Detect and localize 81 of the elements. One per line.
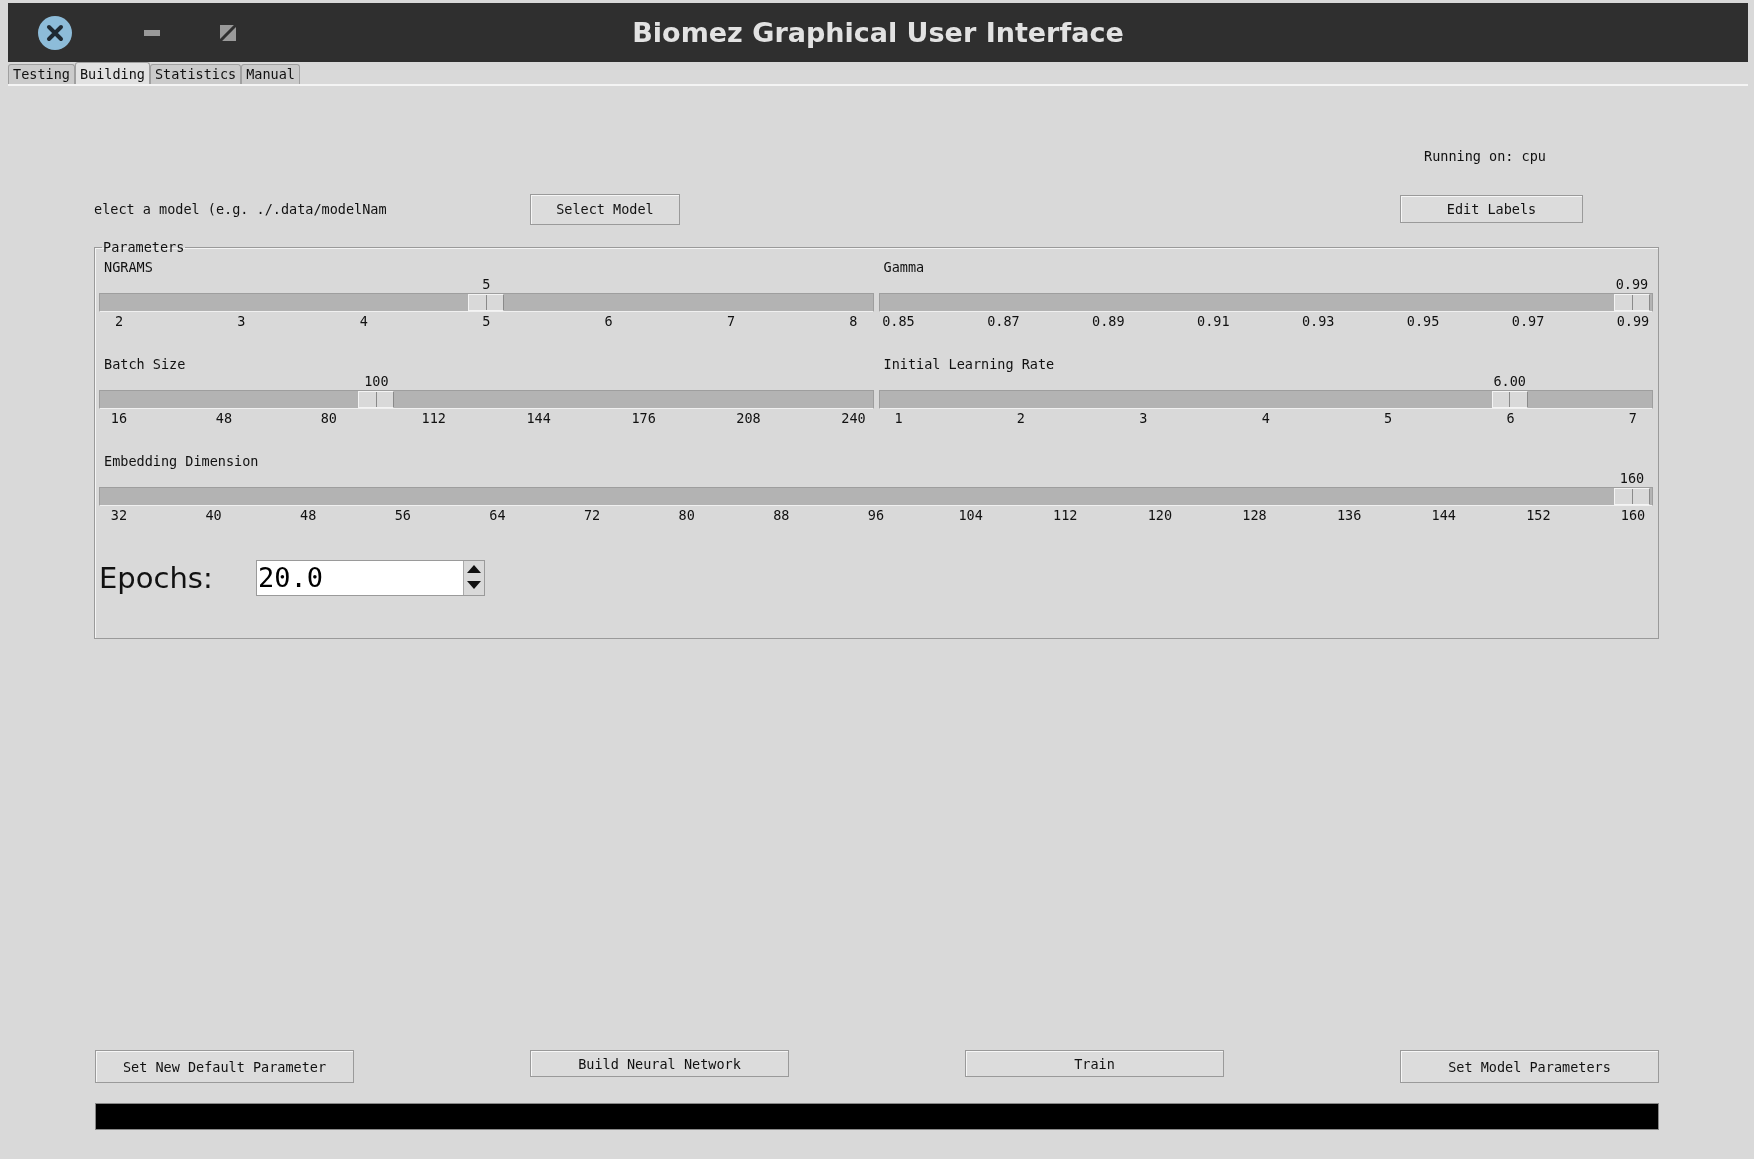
edit-labels-button[interactable]: Edit Labels <box>1400 195 1583 223</box>
tick-label: 80 <box>319 409 338 427</box>
slider-label: NGRAMS <box>103 259 154 277</box>
slider-label: Gamma <box>882 259 926 277</box>
tick-label: 6 <box>603 312 614 330</box>
tick-label: 176 <box>630 409 657 427</box>
tick-label: 0.95 <box>1405 312 1441 330</box>
slider-thumb[interactable] <box>358 391 395 408</box>
tick-label: 0.97 <box>1510 312 1546 330</box>
maximize-icon[interactable] <box>220 24 236 41</box>
tick-label: 0.89 <box>1091 312 1126 330</box>
tick-label: 96 <box>866 506 886 524</box>
tab[interactable]: Building <box>74 62 150 84</box>
device-status: Running on: cpu <box>1424 148 1546 164</box>
tick-label: 3 <box>236 312 247 330</box>
tick-label: 0.93 <box>1300 312 1336 330</box>
tick-label: 112 <box>420 409 447 427</box>
tick-label: 7 <box>725 312 737 330</box>
slider-value: 0.99 <box>1614 276 1650 292</box>
slider-label: Batch Size <box>103 356 187 374</box>
select-model-button[interactable]: Select Model <box>530 193 680 225</box>
tick-label: 120 <box>1146 506 1174 524</box>
tick-label: 5 <box>481 312 492 330</box>
tick-label: 104 <box>957 506 984 524</box>
tick-label: 2 <box>113 312 125 330</box>
tick-label: 152 <box>1525 506 1552 524</box>
tick-label: 0.99 <box>1615 312 1651 330</box>
tab[interactable]: Manual <box>241 64 300 84</box>
tick-label: 112 <box>1052 506 1079 524</box>
window-title: Biomez Graphical User Interface <box>632 17 1124 48</box>
tick-label: 48 <box>214 409 234 427</box>
action-button[interactable]: Build Neural Network <box>530 1050 789 1077</box>
tick-label: 2 <box>1015 409 1026 427</box>
tab[interactable]: Statistics <box>149 64 242 84</box>
tick-label: 0.87 <box>986 312 1021 330</box>
close-icon[interactable] <box>37 14 73 51</box>
minimize-icon[interactable] <box>144 29 160 36</box>
slider-value: 160 <box>1618 470 1646 486</box>
slider-value: 5 <box>481 276 492 292</box>
tick-label: 128 <box>1241 506 1268 524</box>
tick-label: 32 <box>109 506 129 524</box>
slider-label: Embedding Dimension <box>103 453 260 471</box>
epochs-spinbox[interactable]: 20.0 <box>256 560 485 596</box>
epochs-label: Epochs: <box>99 561 214 595</box>
tick-label: 48 <box>299 506 318 524</box>
tick-label: 6 <box>1505 409 1516 427</box>
tick-label: 88 <box>772 506 791 524</box>
tick-label: 56 <box>393 506 412 524</box>
tick-label: 5 <box>1383 409 1394 427</box>
action-button[interactable]: Train <box>965 1050 1224 1077</box>
tick-label: 64 <box>488 506 507 524</box>
slider-label: Initial Learning Rate <box>882 356 1056 374</box>
tick-label: 0.91 <box>1196 312 1231 330</box>
tick-label: 4 <box>358 312 369 330</box>
tab[interactable]: Testing <box>8 64 75 84</box>
slider-value: 6.00 <box>1492 373 1527 389</box>
slider-thumb[interactable] <box>1491 391 1528 408</box>
tick-label: 136 <box>1335 506 1363 524</box>
action-button[interactable]: Set Model Parameters <box>1400 1050 1659 1083</box>
tick-label: 160 <box>1619 506 1647 524</box>
slider-thumb[interactable] <box>1614 294 1650 311</box>
tick-label: 7 <box>1627 409 1638 427</box>
tick-label: 144 <box>525 409 552 427</box>
frame-title: Parameters <box>102 239 186 255</box>
tick-label: 4 <box>1260 409 1271 427</box>
slider-thumb[interactable] <box>468 294 505 311</box>
model-prompt: elect a model (e.g. ./.data/modelNam <box>94 201 388 217</box>
action-button[interactable]: Set New Default Parameter <box>95 1050 354 1083</box>
tick-label: 144 <box>1430 506 1457 524</box>
tick-label: 1 <box>893 409 904 427</box>
tick-label: 240 <box>840 409 867 427</box>
tick-label: 3 <box>1138 409 1149 427</box>
tick-label: 16 <box>109 409 129 427</box>
tick-label: 72 <box>583 506 602 524</box>
tick-label: 0.85 <box>881 312 916 330</box>
slider-value: 100 <box>363 373 390 389</box>
tick-label: 8 <box>848 312 859 330</box>
tick-label: 80 <box>677 506 696 524</box>
slider-thumb[interactable] <box>1614 488 1650 505</box>
tick-label: 40 <box>204 506 223 524</box>
tick-label: 208 <box>735 409 762 427</box>
